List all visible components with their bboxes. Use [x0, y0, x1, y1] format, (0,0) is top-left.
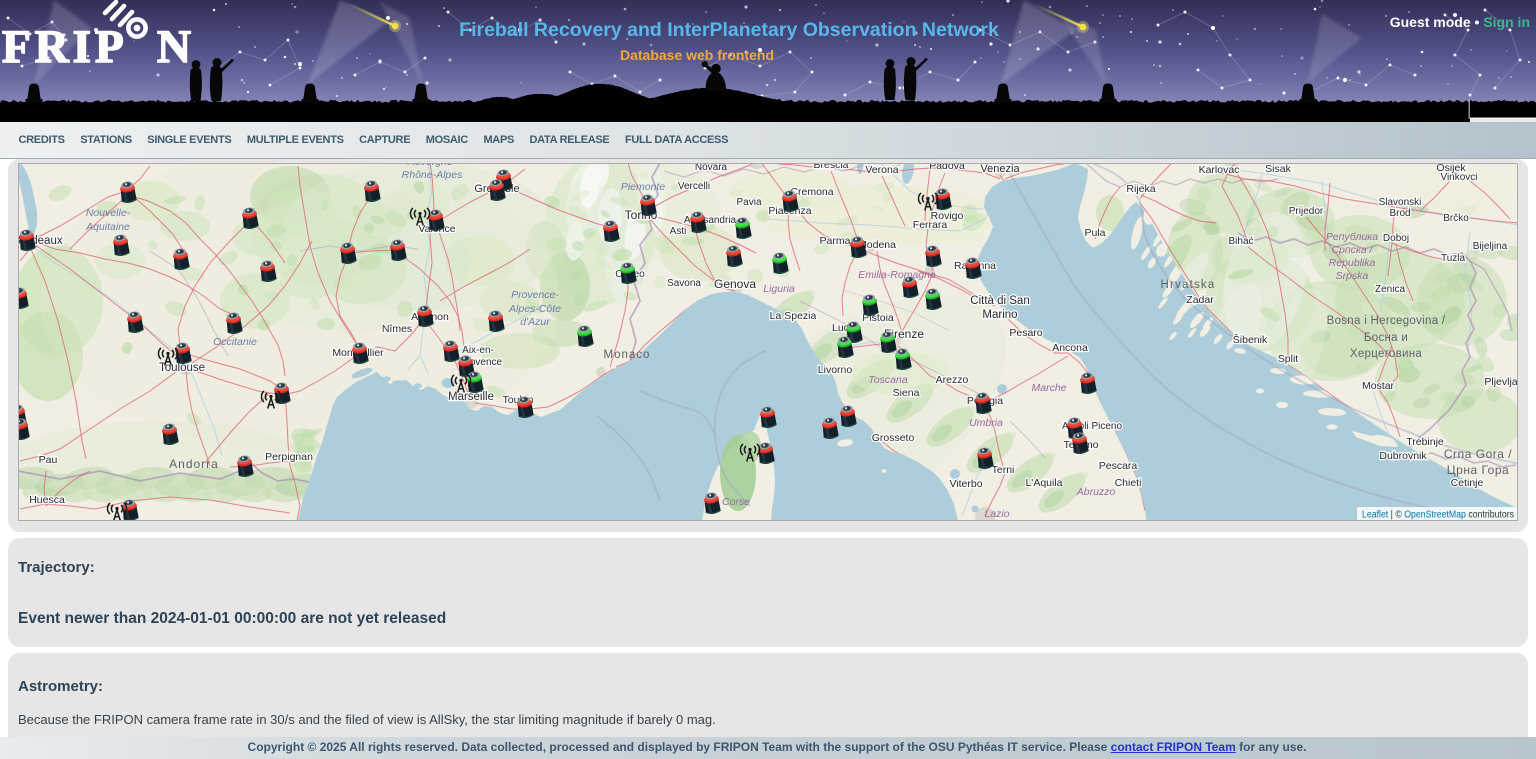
svg-text:Zadar: Zadar [1186, 294, 1214, 306]
svg-text:Database web frontend: Database web frontend [620, 47, 774, 63]
svg-text:Doboj: Doboj [1383, 233, 1409, 244]
svg-text:Crna Gora /: Crna Gora / [1444, 447, 1512, 461]
svg-text:Tuzla: Tuzla [1441, 253, 1466, 264]
svg-text:Херцеговина: Херцеговина [1350, 348, 1423, 360]
svg-text:Aix-en-: Aix-en- [462, 345, 494, 356]
svg-text:Црна Гора: Црна Гора [1447, 463, 1509, 477]
svg-text:Zenica: Zenica [1375, 284, 1405, 295]
svg-text:Split: Split [1278, 353, 1299, 365]
svg-text:Corse: Corse [722, 496, 750, 508]
svg-text:Brod: Brod [1389, 208, 1410, 219]
svg-text:Marseille: Marseille [448, 391, 494, 403]
svg-text:Grosseto: Grosseto [872, 432, 915, 444]
svg-text:Prijedor: Prijedor [1289, 206, 1324, 217]
svg-text:d'Azur: d'Azur [520, 316, 550, 328]
svg-text:Viterbo: Viterbo [949, 478, 982, 490]
svg-text:Novara: Novara [695, 163, 728, 173]
svg-text:Hrvatska: Hrvatska [1161, 279, 1216, 291]
svg-text:Toscana: Toscana [868, 374, 907, 386]
svg-text:Nîmes: Nîmes [382, 323, 412, 335]
svg-text:Guest mode • Sign in: Guest mode • Sign in [1390, 14, 1530, 30]
svg-text:Siena: Siena [893, 387, 920, 399]
svg-text:Ancona: Ancona [1052, 342, 1088, 354]
svg-text:La Spezia: La Spezia [770, 310, 817, 322]
svg-text:Padova: Padova [929, 163, 965, 172]
svg-text:Cremona: Cremona [790, 186, 833, 198]
svg-text:Venezia: Venezia [980, 163, 1020, 175]
svg-text:Bijeljina: Bijeljina [1473, 241, 1508, 252]
svg-text:FRIP: FRIP [2, 21, 128, 73]
svg-text:Liguria: Liguria [763, 283, 795, 295]
svg-text:Piemonte: Piemonte [621, 181, 666, 193]
svg-text:Abruzzo: Abruzzo [1076, 486, 1116, 498]
svg-text:Parma: Parma [820, 235, 851, 247]
svg-text:Rhône-Alpes: Rhône-Alpes [402, 169, 463, 181]
svg-text:Fireball Recovery and InterPla: Fireball Recovery and InterPlanetary Obs… [459, 19, 999, 41]
svg-text:Asti: Asti [670, 226, 687, 237]
svg-text:Nouvelle-: Nouvelle- [86, 207, 131, 219]
svg-text:Karlovac: Karlovac [1199, 164, 1240, 176]
svg-text:Marino: Marino [982, 309, 1017, 321]
svg-text:Terni: Terni [992, 464, 1015, 476]
svg-text:Emilia-Romagna: Emilia-Romagna [858, 269, 936, 281]
svg-text:Pau: Pau [39, 454, 58, 466]
svg-text:Rijeka: Rijeka [1126, 183, 1155, 195]
svg-text:Vinkovci: Vinkovci [1440, 172, 1477, 183]
svg-text:Genova: Genova [714, 277, 756, 291]
svg-text:Provence-: Provence- [511, 289, 559, 301]
svg-text:Sisak: Sisak [1265, 163, 1291, 175]
svg-text:Marche: Marche [1031, 382, 1066, 394]
svg-text:Aquitaine: Aquitaine [85, 221, 130, 233]
svg-text:Српска /: Српска / [1331, 244, 1373, 256]
svg-text:Srpska: Srpska [1336, 270, 1369, 282]
svg-text:Arezzo: Arezzo [936, 374, 969, 386]
svg-text:Pavia: Pavia [736, 197, 761, 208]
svg-text:Bihać: Bihać [1228, 236, 1253, 247]
svg-text:Cetinje: Cetinje [1451, 477, 1484, 489]
svg-text:Alpes-Côte: Alpes-Côte [508, 303, 561, 315]
svg-text:Savona: Savona [667, 278, 701, 289]
svg-text:Vercelli: Vercelli [678, 181, 710, 192]
svg-text:Trebinje: Trebinje [1406, 436, 1444, 448]
svg-text:N: N [157, 21, 191, 73]
svg-text:Bosna i Hercegovina /: Bosna i Hercegovina / [1327, 315, 1446, 327]
svg-text:Republika: Republika [1329, 257, 1376, 269]
svg-text:Rovigo: Rovigo [931, 210, 964, 222]
svg-text:Pljevlja: Pljevlja [1484, 376, 1517, 388]
svg-text:L'Aquila: L'Aquila [1025, 477, 1062, 489]
svg-text:Chieti: Chieti [1115, 477, 1142, 489]
svg-text:Brescia: Brescia [813, 163, 848, 171]
svg-text:Perpignan: Perpignan [265, 451, 313, 463]
svg-text:Andorra: Andorra [169, 457, 219, 471]
svg-text:Босна и: Босна и [1364, 332, 1408, 344]
svg-text:Monaco: Monaco [604, 349, 651, 361]
svg-text:Šibenik: Šibenik [1233, 333, 1268, 346]
svg-text:Pescara: Pescara [1099, 460, 1138, 472]
svg-text:Huesca: Huesca [29, 494, 65, 506]
svg-text:Brčko: Brčko [1443, 213, 1469, 224]
svg-text:Република: Република [1326, 231, 1378, 243]
svg-text:Leaflet | © OpenStreetMap cont: Leaflet | © OpenStreetMap contributors [1362, 510, 1514, 521]
svg-text:Pesaro: Pesaro [1009, 327, 1042, 339]
svg-text:Umbria: Umbria [969, 417, 1003, 429]
svg-text:Livorno: Livorno [818, 364, 853, 376]
svg-text:Pula: Pula [1084, 227, 1105, 239]
svg-text:Dubrovnik: Dubrovnik [1379, 450, 1427, 462]
svg-text:Città di San: Città di San [970, 295, 1029, 307]
svg-text:Slavonski: Slavonski [1379, 197, 1422, 208]
svg-text:Occitanie: Occitanie [213, 336, 257, 348]
svg-text:Mostar: Mostar [1362, 380, 1395, 392]
svg-text:Lazio: Lazio [984, 508, 1009, 520]
svg-text:Verona: Verona [865, 164, 898, 176]
